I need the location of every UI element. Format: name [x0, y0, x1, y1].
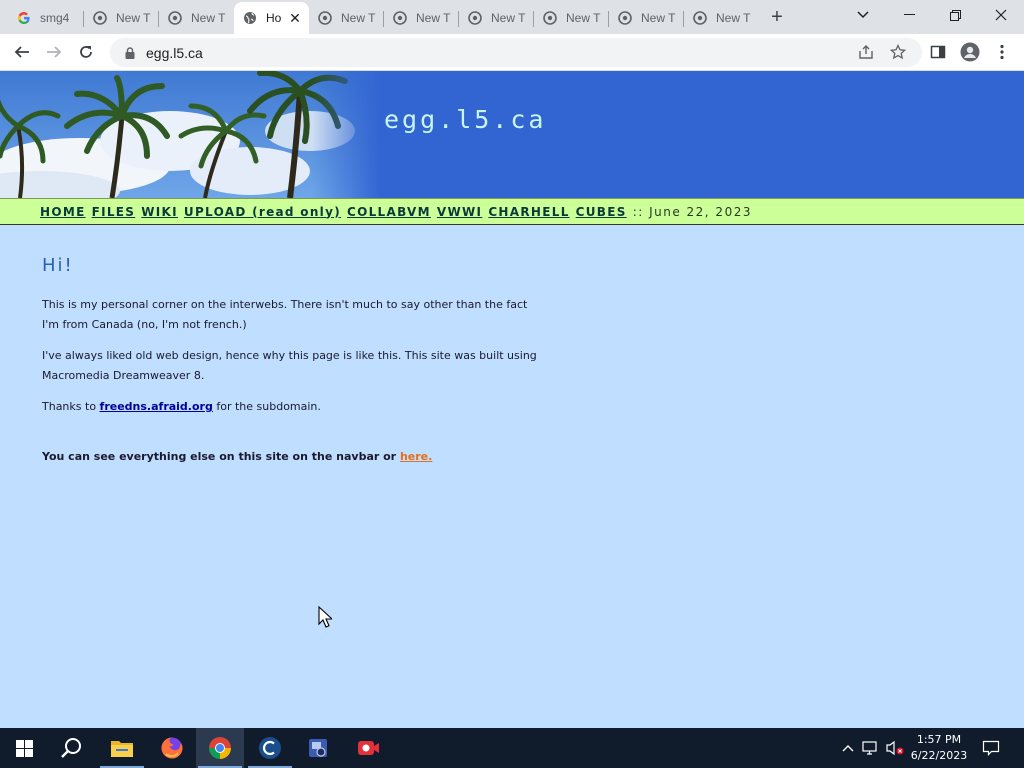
tab-new-tab[interactable]: New T — [84, 2, 159, 34]
tab-strip: smg4 New T New T Ho ✕ New T New T New T … — [0, 0, 1024, 34]
nav-upload-link[interactable]: UPLOAD (read only) — [184, 205, 341, 219]
design-paragraph: I've always liked old web design, hence … — [42, 349, 537, 382]
tab-title: New T — [566, 11, 601, 25]
show-hidden-icons-chevron-icon[interactable] — [838, 738, 858, 758]
start-button[interactable] — [0, 728, 48, 768]
tab-new-tab[interactable]: New T — [384, 2, 459, 34]
navbar-note-paragraph: You can see everything else on this site… — [42, 447, 542, 467]
google-icon — [16, 10, 32, 26]
nav-home-link[interactable]: HOME — [40, 205, 86, 219]
notifications-icon[interactable] — [981, 738, 1001, 758]
nav-charhell-link[interactable]: CHARHELL — [488, 205, 569, 219]
tab-title: New T — [341, 11, 376, 25]
tab-smg4[interactable]: smg4 — [8, 2, 84, 34]
palm-trees-image — [0, 71, 380, 198]
tab-search-icon[interactable] — [840, 0, 886, 30]
chrome-icon — [542, 10, 558, 26]
globe-icon — [242, 10, 258, 26]
tab-new-tab[interactable]: New T — [534, 2, 609, 34]
here-link[interactable]: here. — [400, 450, 432, 463]
share-icon[interactable] — [854, 40, 878, 64]
tab-new-tab[interactable]: New T — [159, 2, 234, 34]
address-bar[interactable]: egg.l5.ca — [110, 38, 922, 67]
close-tab-icon[interactable]: ✕ — [287, 10, 303, 26]
nav-cubes-link[interactable]: CUBES — [576, 205, 627, 219]
menu-kebab-icon[interactable] — [988, 38, 1016, 66]
url-text: egg.l5.ca — [146, 44, 203, 61]
clock-time: 1:57 PM — [916, 733, 962, 746]
tab-title: New T — [716, 11, 751, 25]
site-navbar: HOME FILES WIKI UPLOAD (read only) COLLA… — [0, 198, 1024, 225]
tab-title: New T — [191, 11, 226, 25]
ccleaner-icon[interactable] — [246, 728, 294, 768]
tab-title: New T — [641, 11, 676, 25]
network-icon[interactable] — [861, 738, 881, 758]
new-tab-button[interactable]: + — [766, 6, 788, 28]
chrome-icon — [317, 10, 333, 26]
main-content: Hi! This is my personal corner on the in… — [42, 255, 542, 478]
freedns-link[interactable]: freedns.afraid.org — [100, 400, 213, 413]
site-title: egg.l5.ca — [384, 105, 547, 134]
tab-new-tab[interactable]: New T — [459, 2, 534, 34]
chrome-icon — [92, 10, 108, 26]
side-panel-icon[interactable] — [924, 38, 952, 66]
tab-home[interactable]: Ho ✕ — [234, 2, 309, 34]
nav-files-link[interactable]: FILES — [92, 205, 136, 219]
thanks-paragraph: Thanks to freedns.afraid.org for the sub… — [42, 397, 542, 417]
lock-icon[interactable] — [122, 45, 138, 61]
tab-title: New T — [116, 11, 151, 25]
chrome-icon — [692, 10, 708, 26]
tab-title: New T — [416, 11, 451, 25]
bookmark-star-icon[interactable] — [886, 40, 910, 64]
browser-toolbar: egg.l5.ca — [0, 34, 1024, 71]
minimize-button[interactable] — [886, 0, 932, 30]
windows-taskbar: 1:57 PM 6/22/2023 — [0, 728, 1024, 768]
remote-desktop-icon[interactable] — [294, 728, 342, 768]
restore-button[interactable] — [932, 0, 978, 30]
nav-date: :: June 22, 2023 — [632, 204, 752, 219]
mouse-cursor-icon — [318, 606, 332, 628]
nav-collabvm-link[interactable]: COLLABVM — [347, 205, 431, 219]
profile-avatar-icon[interactable] — [956, 38, 984, 66]
chrome-icon — [617, 10, 633, 26]
tab-new-tab[interactable]: New T — [684, 2, 759, 34]
nav-wiki-link[interactable]: WIKI — [141, 205, 178, 219]
tab-new-tab[interactable]: New T — [609, 2, 684, 34]
taskbar-clock[interactable]: 1:57 PM 6/22/2023 — [906, 732, 972, 764]
tab-new-tab[interactable]: New T — [309, 2, 384, 34]
chrome-icon[interactable] — [196, 728, 244, 768]
file-explorer-icon[interactable] — [98, 728, 146, 768]
thanks-text-after: for the subdomain. — [212, 400, 321, 413]
tab-title: smg4 — [40, 11, 70, 25]
tab-title: New T — [491, 11, 526, 25]
nav-vwwi-link[interactable]: VWWI — [437, 205, 482, 219]
web-page: egg.l5.ca HOME FILES WIKI UPLOAD (read o… — [0, 71, 1024, 728]
chrome-icon — [392, 10, 408, 26]
volume-muted-icon[interactable] — [885, 738, 905, 758]
firefox-icon[interactable] — [148, 728, 196, 768]
back-button[interactable] — [8, 38, 36, 66]
thanks-text: Thanks to — [42, 400, 100, 413]
chrome-icon — [467, 10, 483, 26]
clock-date: 6/22/2023 — [910, 749, 968, 762]
intro-paragraph: This is my personal corner on the interw… — [42, 298, 528, 331]
forward-button[interactable] — [40, 38, 68, 66]
chrome-icon — [167, 10, 183, 26]
close-window-button[interactable] — [978, 0, 1024, 30]
page-heading: Hi! — [42, 255, 74, 276]
search-icon[interactable] — [48, 728, 96, 768]
navbar-note-text: You can see everything else on this site… — [42, 450, 400, 463]
site-banner: egg.l5.ca — [0, 71, 1024, 198]
reload-button[interactable] — [72, 38, 100, 66]
tab-title: Ho — [266, 11, 282, 25]
screen-recorder-icon[interactable] — [344, 728, 392, 768]
